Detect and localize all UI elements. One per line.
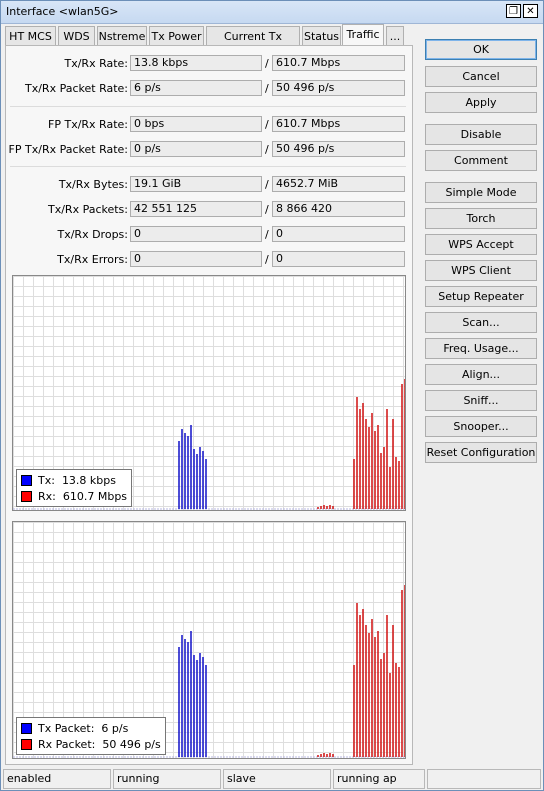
tx-rx-drops-label: Tx/Rx Drops: xyxy=(57,228,129,241)
rx-bytes-field[interactable]: 4652.7 MiB xyxy=(272,176,405,192)
scan-button[interactable]: Scan... xyxy=(425,312,537,333)
apply-button[interactable]: Apply xyxy=(425,92,537,113)
rx-packet-legend-row: Rx Packet: 50 496 p/s xyxy=(21,736,161,752)
title-bar[interactable]: Interface <wlan5G> ❐ ✕ xyxy=(1,1,543,24)
tx-packet-legend-row: Tx Packet: 6 p/s xyxy=(21,720,161,736)
tx-drops-field[interactable]: 0 xyxy=(130,226,262,242)
fp-rx-packet-rate-field[interactable]: 50 496 p/s xyxy=(272,141,405,157)
tx-rx-packets-label: Tx/Rx Packets: xyxy=(47,203,128,216)
separator: / xyxy=(265,143,269,156)
separator: / xyxy=(265,203,269,216)
status-running-ap: running ap xyxy=(333,769,425,789)
rx-packet-legend-label: Rx Packet: xyxy=(38,737,96,751)
wps-client-button[interactable]: WPS Client xyxy=(425,260,537,281)
restore-button[interactable]: ❐ xyxy=(506,4,521,18)
traffic-panel: Tx/Rx Rate: 13.8 kbps / 610.7 Mbps Tx/Rx… xyxy=(5,45,413,765)
tx-swatch xyxy=(21,722,32,734)
align-button[interactable]: Align... xyxy=(425,364,537,385)
tx-rx-rate-label: Tx/Rx Rate: xyxy=(64,57,128,70)
tx-packet-legend-value: 6 p/s xyxy=(101,721,129,735)
reset-configuration-button[interactable]: Reset Configuration xyxy=(425,442,537,463)
rx-swatch xyxy=(21,738,32,750)
cancel-button[interactable]: Cancel xyxy=(425,66,537,87)
fp-tx-rate-field[interactable]: 0 bps xyxy=(130,116,262,132)
rate-legend: Tx: 13.8 kbps Rx: 610.7 Mbps xyxy=(16,469,133,507)
close-button[interactable]: ✕ xyxy=(523,4,538,18)
rx-packets-field[interactable]: 8 866 420 xyxy=(272,201,405,217)
separator: / xyxy=(265,82,269,95)
window-title: Interface <wlan5G> xyxy=(6,5,119,18)
tx-packet-legend-label: Tx Packet: xyxy=(38,721,95,735)
fp-tx-rx-packet-rate-label: FP Tx/Rx Packet Rate: xyxy=(8,143,128,156)
status-empty xyxy=(427,769,541,789)
torch-button[interactable]: Torch xyxy=(425,208,537,229)
interface-window: Interface <wlan5G> ❐ ✕ HT MCS WDS Nstrem… xyxy=(0,0,544,791)
fp-rx-rate-field[interactable]: 610.7 Mbps xyxy=(272,116,405,132)
tab-tx-power[interactable]: Tx Power xyxy=(149,26,204,45)
tab-wds[interactable]: WDS xyxy=(58,26,95,45)
snooper-button[interactable]: Snooper... xyxy=(425,416,537,437)
tx-rx-packet-rate-label: Tx/Rx Packet Rate: xyxy=(25,82,128,95)
tx-swatch xyxy=(21,474,32,486)
fp-tx-packet-rate-field[interactable]: 0 p/s xyxy=(130,141,262,157)
rx-errors-field[interactable]: 0 xyxy=(272,251,405,267)
rx-packet-legend-value: 50 496 p/s xyxy=(102,737,161,751)
tab-nstreme[interactable]: Nstreme xyxy=(97,26,147,45)
rx-rate-field[interactable]: 610.7 Mbps xyxy=(272,55,405,71)
separator: / xyxy=(265,57,269,70)
tab-status[interactable]: Status xyxy=(302,26,341,45)
wps-accept-button[interactable]: WPS Accept xyxy=(425,234,537,255)
status-slave: slave xyxy=(223,769,331,789)
separator: / xyxy=(265,178,269,191)
tab-traffic[interactable]: Traffic xyxy=(342,24,384,46)
setup-repeater-button[interactable]: Setup Repeater xyxy=(425,286,537,307)
tx-legend-row: Tx: 13.8 kbps xyxy=(21,472,127,488)
tab-current-tx-power[interactable]: Current Tx Power xyxy=(206,26,300,62)
disable-button[interactable]: Disable xyxy=(425,124,537,145)
rx-legend-label: Rx: xyxy=(38,489,56,503)
tx-packet-rate-field[interactable]: 6 p/s xyxy=(130,80,262,96)
separator: / xyxy=(265,253,269,266)
rx-packet-rate-field[interactable]: 50 496 p/s xyxy=(272,80,405,96)
tx-rx-bytes-label: Tx/Rx Bytes: xyxy=(58,178,128,191)
tab-ht-mcs[interactable]: HT MCS xyxy=(5,26,56,45)
tx-bytes-field[interactable]: 19.1 GiB xyxy=(130,176,262,192)
status-running: running xyxy=(113,769,221,789)
tx-legend-value: 13.8 kbps xyxy=(61,473,116,487)
rate-graph: Tx: 13.8 kbps Rx: 610.7 Mbps xyxy=(12,275,406,511)
rx-drops-field[interactable]: 0 xyxy=(272,226,405,242)
tx-errors-field[interactable]: 0 xyxy=(130,251,262,267)
separator: / xyxy=(265,118,269,131)
fp-tx-rx-rate-label: FP Tx/Rx Rate: xyxy=(48,118,128,131)
rx-legend-row: Rx: 610.7 Mbps xyxy=(21,488,127,504)
sniff-button[interactable]: Sniff... xyxy=(425,390,537,411)
tx-legend-label: Tx: xyxy=(38,473,55,487)
rx-legend-value: 610.7 Mbps xyxy=(62,489,128,503)
packet-legend: Tx Packet: 6 p/s Rx Packet: 50 496 p/s xyxy=(16,717,166,755)
divider xyxy=(10,106,406,107)
rx-swatch xyxy=(21,490,32,502)
tx-packets-field[interactable]: 42 551 125 xyxy=(130,201,262,217)
tx-rx-errors-label: Tx/Rx Errors: xyxy=(57,253,128,266)
packet-graph: Tx Packet: 6 p/s Rx Packet: 50 496 p/s xyxy=(12,521,406,759)
separator: / xyxy=(265,228,269,241)
tx-rate-field[interactable]: 13.8 kbps xyxy=(130,55,262,71)
simple-mode-button[interactable]: Simple Mode xyxy=(425,182,537,203)
tab-more[interactable]: ... xyxy=(386,26,404,45)
comment-button[interactable]: Comment xyxy=(425,150,537,171)
ok-button[interactable]: OK xyxy=(425,39,537,60)
divider xyxy=(10,166,406,167)
freq-usage-button[interactable]: Freq. Usage... xyxy=(425,338,537,359)
status-enabled: enabled xyxy=(3,769,111,789)
